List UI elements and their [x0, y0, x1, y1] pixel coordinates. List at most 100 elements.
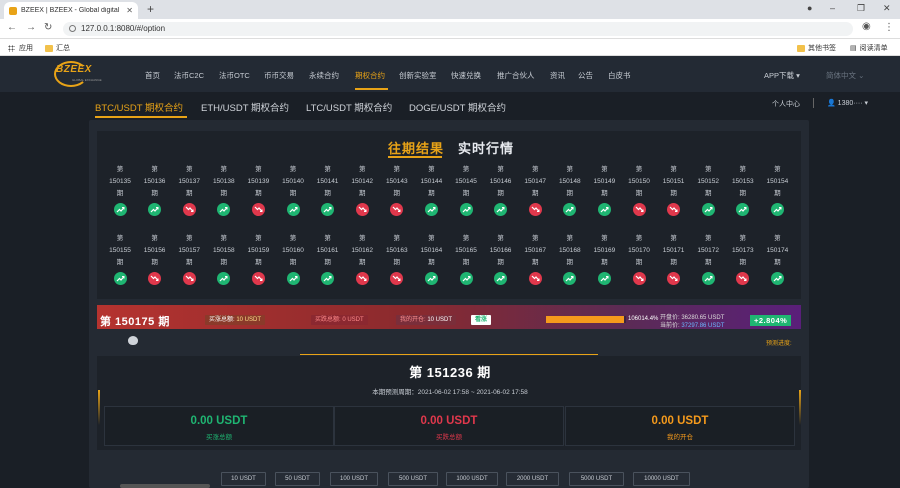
bookmark-other[interactable]: 其他书签 — [797, 43, 836, 53]
period-prefix: 第 — [704, 166, 712, 173]
browser-tab[interactable]: BZEEX | BZEEX - Global digital ✕ — [4, 2, 138, 19]
trend-down-icon — [148, 272, 162, 285]
extension-icon[interactable]: ◉ — [862, 21, 871, 32]
active-history-tab-underline — [388, 156, 442, 158]
amount-option-button[interactable]: 100 USDT — [330, 472, 378, 486]
nav-item[interactable]: 币币交易 — [264, 70, 294, 81]
amount-option-button[interactable]: 1000 USDT — [446, 472, 498, 486]
nav-item[interactable]: 首页 — [145, 70, 160, 81]
trend-down-icon — [251, 203, 265, 216]
period-prefix: 第 — [151, 235, 158, 242]
trend-up-icon — [424, 272, 438, 285]
url-input[interactable]: 127.0.0.1:8080/#/option — [63, 22, 853, 36]
amount-option-button[interactable]: 500 USDT — [388, 472, 438, 486]
back-icon[interactable]: ← — [7, 22, 17, 33]
reload-icon[interactable]: ↻ — [44, 22, 52, 33]
history-item: 第 150151 期 — [659, 164, 689, 216]
history-item: 第 150153 期 — [728, 164, 758, 216]
period-suffix: 期 — [428, 190, 435, 197]
site-logo[interactable]: BZEEX GLOBAL EXCHANGE — [54, 61, 112, 87]
user-menu[interactable]: 👤 1380···· ▾ — [827, 99, 868, 107]
period-number: 150148 — [558, 178, 581, 185]
history-item: 第 150164 期 — [416, 233, 446, 285]
tab-past-results[interactable]: 往期结果 — [388, 138, 444, 157]
tab-contract[interactable]: LTC/USDT 期权合约 — [306, 100, 392, 114]
period-number: 150137 — [178, 178, 201, 185]
folder-icon — [797, 44, 805, 52]
period-prefix: 第 — [635, 166, 643, 173]
tab-live-market[interactable]: 实时行情 — [458, 138, 514, 157]
trend-up-icon — [286, 203, 300, 216]
tab-contract[interactable]: ETH/USDT 期权合约 — [201, 100, 289, 114]
minimize-icon[interactable]: – — [830, 3, 835, 13]
tab-contract[interactable]: DOGE/USDT 期权合约 — [409, 100, 506, 114]
nav-item[interactable]: 快速兑换 — [451, 70, 481, 81]
bookmark-apps[interactable]: 应用 — [8, 43, 33, 53]
apps-grid-icon — [8, 44, 15, 52]
nav-item[interactable]: 白皮书 — [608, 70, 631, 81]
amount-option-button[interactable]: 5000 USDT — [569, 472, 624, 486]
buy-down-total-label: 买跌总额: — [315, 317, 341, 323]
nav-item[interactable]: 法币OTC — [219, 70, 250, 81]
trend-down-icon — [182, 272, 196, 285]
nav-item[interactable]: 期权合约 — [355, 70, 385, 81]
browser-menu-icon[interactable]: ⋮ — [884, 22, 894, 33]
horizontal-scrollbar[interactable] — [120, 484, 210, 488]
trend-up-icon — [424, 203, 438, 216]
forward-icon[interactable]: → — [26, 22, 36, 33]
period-suffix: 期 — [531, 259, 539, 266]
trend-down-icon — [528, 272, 542, 285]
bookmark-label: 应用 — [19, 45, 33, 52]
trend-up-icon — [701, 272, 715, 285]
trend-down-icon — [632, 272, 646, 285]
period-suffix: 期 — [151, 259, 158, 266]
restore-icon[interactable]: ❐ — [857, 3, 865, 14]
prediction-progress-label: 预测进度: — [766, 341, 792, 347]
period-prefix: 第 — [601, 235, 608, 242]
personal-center-link[interactable]: 个人中心 — [772, 99, 800, 109]
tab-contract[interactable]: BTC/USDT 期权合约 — [95, 100, 183, 114]
reading-list[interactable]: ▤ 阅读清单 — [850, 43, 888, 53]
close-tab-icon[interactable]: ✕ — [126, 6, 133, 15]
trend-up-icon — [494, 272, 508, 285]
profile-icon[interactable]: ● — [807, 3, 812, 13]
current-price-label: 当前价: — [660, 323, 680, 329]
trend-down-icon — [667, 272, 681, 285]
user-icon: 👤 — [827, 100, 836, 107]
site-info-icon[interactable] — [69, 25, 76, 32]
period-number: 150139 — [247, 178, 270, 185]
new-tab-icon[interactable]: + — [147, 2, 154, 16]
language-menu[interactable]: 简体中文 ⌄ — [826, 70, 864, 81]
nav-item[interactable]: 公告 — [578, 70, 593, 81]
buy-down-total-pill: 买跌总额: 0 USDT — [311, 315, 368, 325]
period-suffix: 期 — [393, 190, 401, 197]
nav-item[interactable]: 资讯 — [550, 70, 565, 81]
window-close-icon[interactable]: ✕ — [883, 3, 891, 14]
period-prefix: 第 — [185, 166, 193, 173]
period-suffix: 期 — [704, 259, 712, 266]
bullish-button[interactable]: 看涨 — [471, 315, 492, 325]
folder-icon — [45, 44, 53, 52]
amount-option-button[interactable]: 50 USDT — [275, 472, 320, 486]
nav-item[interactable]: 创新实验室 — [399, 70, 437, 81]
amount-option-button[interactable]: 10000 USDT — [633, 472, 690, 486]
period-prefix: 第 — [220, 166, 228, 173]
bookmark-summary[interactable]: 汇总 — [45, 43, 70, 53]
history-item: 第 150156 期 — [140, 233, 170, 285]
app-download-menu[interactable]: APP下载 ▾ — [764, 70, 800, 81]
period-prefix: 第 — [255, 166, 262, 173]
period-number: 150136 — [143, 178, 166, 185]
period-number: 150163 — [385, 247, 408, 254]
period-suffix: 期 — [635, 190, 643, 197]
nav-item[interactable]: 永续合约 — [309, 70, 339, 81]
amount-option-button[interactable]: 10 USDT — [221, 472, 266, 486]
period-prefix: 第 — [393, 235, 401, 242]
my-open-label: 我的开仓: — [400, 317, 426, 323]
nav-item[interactable]: 推广合伙人 — [497, 70, 535, 81]
period-prefix: 第 — [289, 235, 297, 242]
period-prefix: 第 — [428, 235, 435, 242]
amount-option-button[interactable]: 2000 USDT — [506, 472, 559, 486]
trend-down-icon — [390, 272, 404, 285]
nav-item[interactable]: 法币C2C — [174, 70, 204, 81]
period-prefix: 第 — [670, 166, 677, 173]
